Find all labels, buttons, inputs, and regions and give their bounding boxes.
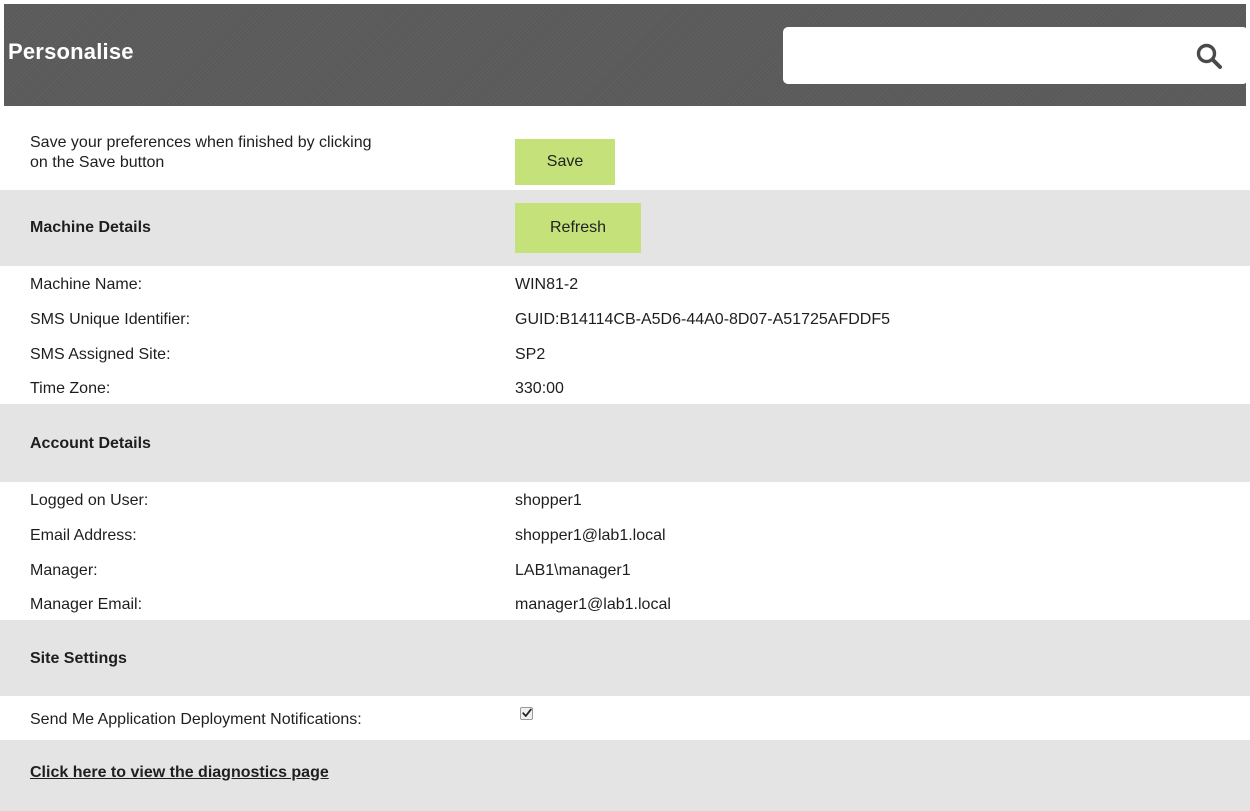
machine-name-value: WIN81-2 [515,276,579,293]
notification-label: Send Me Application Deployment Notificat… [30,711,362,728]
search-icon[interactable] [1195,42,1223,70]
logged-on-user-value: shopper1 [515,492,582,509]
time-zone-value: 330:00 [515,380,564,397]
time-zone-label: Time Zone: [30,380,111,397]
logged-on-user-label: Logged on User: [30,492,149,509]
machine-details-rows: Machine Name: WIN81-2 SMS Unique Identif… [0,266,1250,404]
machine-details-header: Machine Details Refresh [0,190,1250,266]
manager-email-value: manager1@lab1.local [515,596,671,613]
manager-label: Manager: [30,562,98,579]
site-settings-header: Site Settings [0,620,1250,696]
email-address-label: Email Address: [30,527,137,544]
sms-assigned-site-label: SMS Assigned Site: [30,346,171,363]
page-title: Personalise [8,39,134,64]
account-details-rows: Logged on User: shopper1 Email Address: … [0,482,1250,620]
diagnostics-row: Click here to view the diagnostics page [0,740,1250,811]
search-input[interactable] [795,37,1179,75]
account-details-heading: Account Details [30,435,151,452]
machine-name-label: Machine Name: [30,276,143,293]
account-details-header: Account Details [0,404,1250,482]
search-box[interactable] [783,27,1248,84]
page-header: Personalise [4,4,1248,106]
intro-row: Save your preferences when finished by c… [0,106,1250,190]
intro-text-line-1: Save your preferences when finished by c… [30,134,372,151]
refresh-button[interactable]: Refresh [515,203,641,253]
intro-text-line-2: on the Save button [30,154,165,171]
notification-row: Send Me Application Deployment Notificat… [0,696,1250,740]
site-settings-heading: Site Settings [30,650,127,667]
diagnostics-link[interactable]: Click here to view the diagnostics page [30,764,329,782]
sms-assigned-site-value: SP2 [515,346,546,363]
notification-checkbox[interactable] [520,707,533,720]
sms-unique-identifier-label: SMS Unique Identifier: [30,311,191,328]
checkmark-icon [522,708,532,717]
save-button[interactable]: Save [515,139,615,185]
sms-unique-identifier-value: GUID:B14114CB-A5D6-44A0-8D07-A51725AFDDF… [515,311,890,328]
machine-details-heading: Machine Details [30,219,151,236]
manager-email-label: Manager Email: [30,596,143,613]
email-address-value: shopper1@lab1.local [515,527,666,544]
manager-value: LAB1\manager1 [515,562,631,579]
